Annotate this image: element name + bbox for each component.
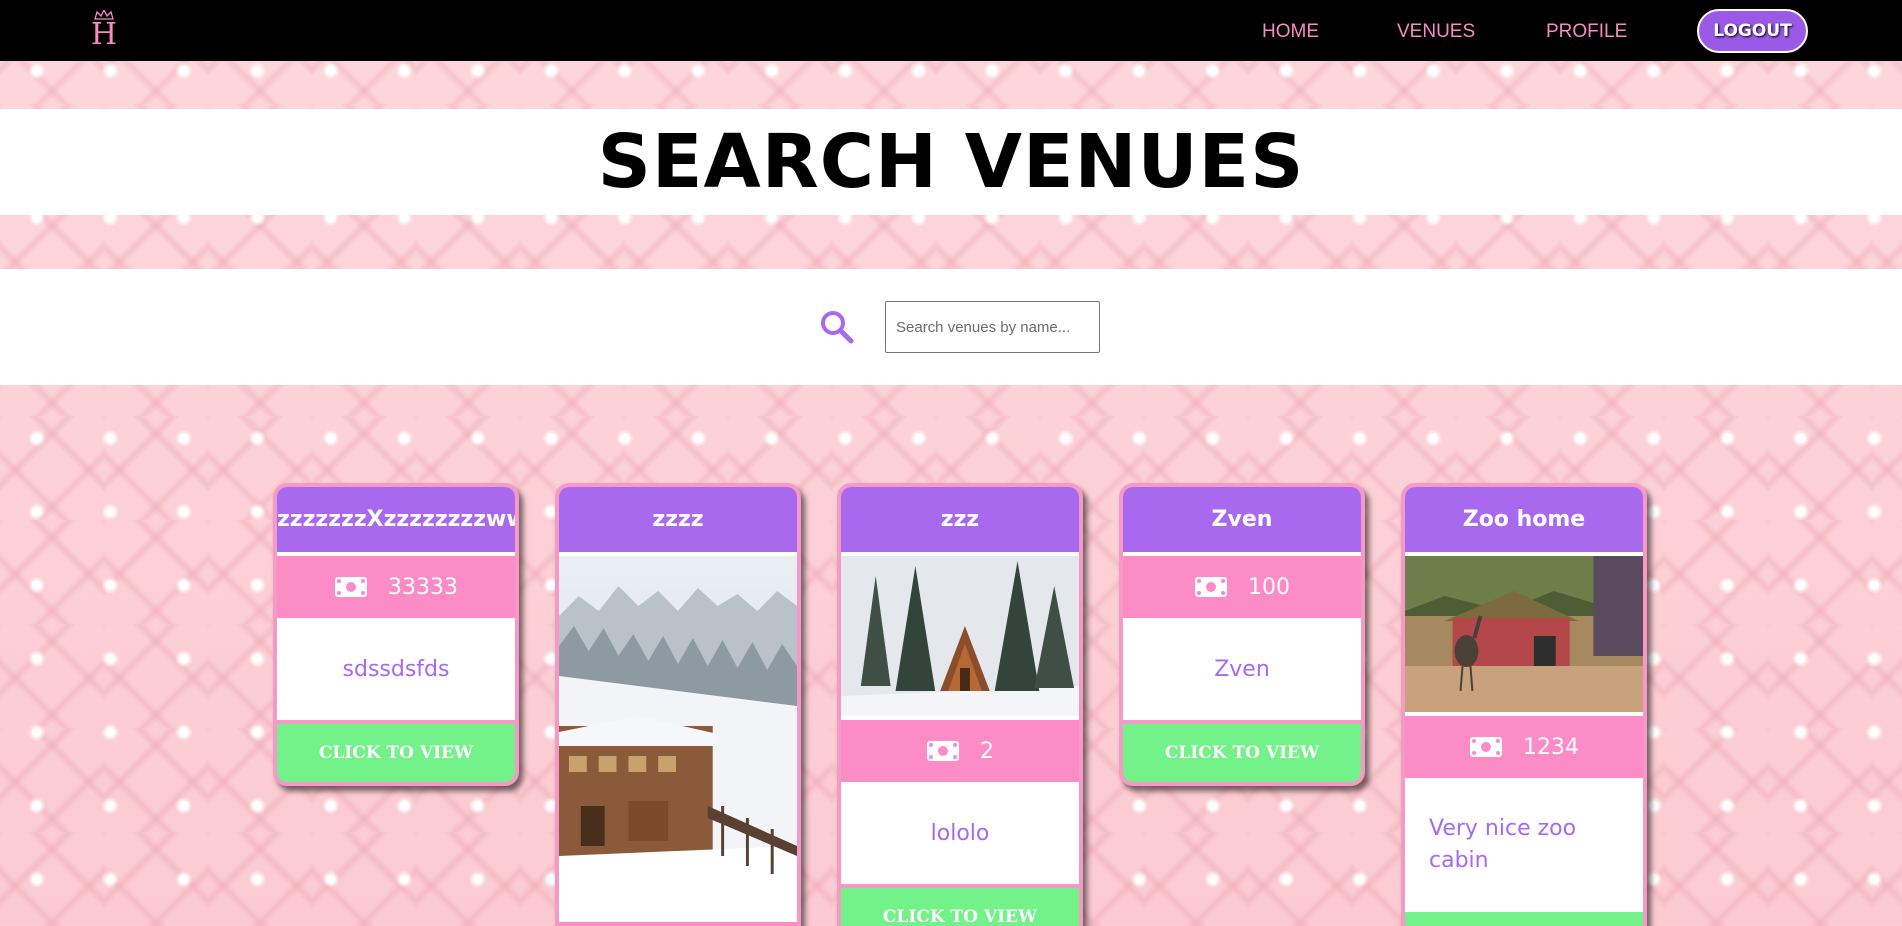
venue-name: Zoo home [1405,487,1643,552]
price-row: 33333 [277,556,515,618]
search-input[interactable] [885,301,1100,353]
click-to-view-button[interactable]: CLICK TO VIEW [1123,724,1361,782]
cash-icon [335,577,367,597]
logout-button[interactable]: LOGOUT [1697,9,1808,53]
venue-price: 33333 [388,574,458,600]
logo-letter: H [90,17,118,52]
venue-description: Very nice zoo cabin [1405,778,1643,912]
click-to-view-button[interactable]: CLICK TO VIEW [841,888,1079,926]
cash-icon [927,741,959,761]
cash-icon [1195,577,1227,597]
price-row: 1234 [1405,716,1643,778]
venue-description: Zven [1123,618,1361,720]
nav-profile-link[interactable]: PROFILE [1546,20,1627,44]
venue-card: Zven 100 Zven CLICK TO VIEW [1119,483,1365,786]
search-icon[interactable] [819,309,855,345]
click-to-view-button[interactable] [1405,912,1643,926]
search-band [0,269,1902,385]
click-to-view-button[interactable]: CLICK TO VIEW [277,724,515,782]
nav-home-link[interactable]: HOME [1262,20,1319,44]
cash-icon [1470,737,1502,757]
venue-image[interactable] [559,556,797,918]
venue-image[interactable] [841,556,1079,716]
venue-card: Zoo home 1234 Very nice zoo cabin [1401,483,1647,926]
logo[interactable]: H [88,10,120,52]
venue-description: sdssdsfds [277,618,515,720]
price-row [559,922,797,926]
nav-venues-link[interactable]: VENUES [1397,20,1475,44]
title-band: SEARCH VENUES [0,109,1902,215]
venue-price: 1234 [1523,734,1579,760]
venue-price: 2 [980,738,994,764]
venue-card: zzzzzzzXzzzzzzzzwwwwwwww 33333 sdssdsfds… [273,483,519,786]
venue-name: zzzzzzzXzzzzzzzzwwwwwwww [277,487,515,552]
price-row: 2 [841,720,1079,782]
page-title: SEARCH VENUES [597,119,1305,205]
venue-name: Zven [1123,487,1361,552]
venue-card: zzz 2 lololo CLICK TO VIEW [837,483,1083,926]
navbar: H HOME VENUES PROFILE LOGOUT [0,0,1902,61]
price-row: 100 [1123,556,1361,618]
venue-image[interactable] [1405,556,1643,712]
venue-description: lololo [841,782,1079,884]
venue-name: zzzz [559,487,797,552]
venue-card: zzzz [555,483,801,926]
venue-price: 100 [1248,574,1290,600]
venue-name: zzz [841,487,1079,552]
